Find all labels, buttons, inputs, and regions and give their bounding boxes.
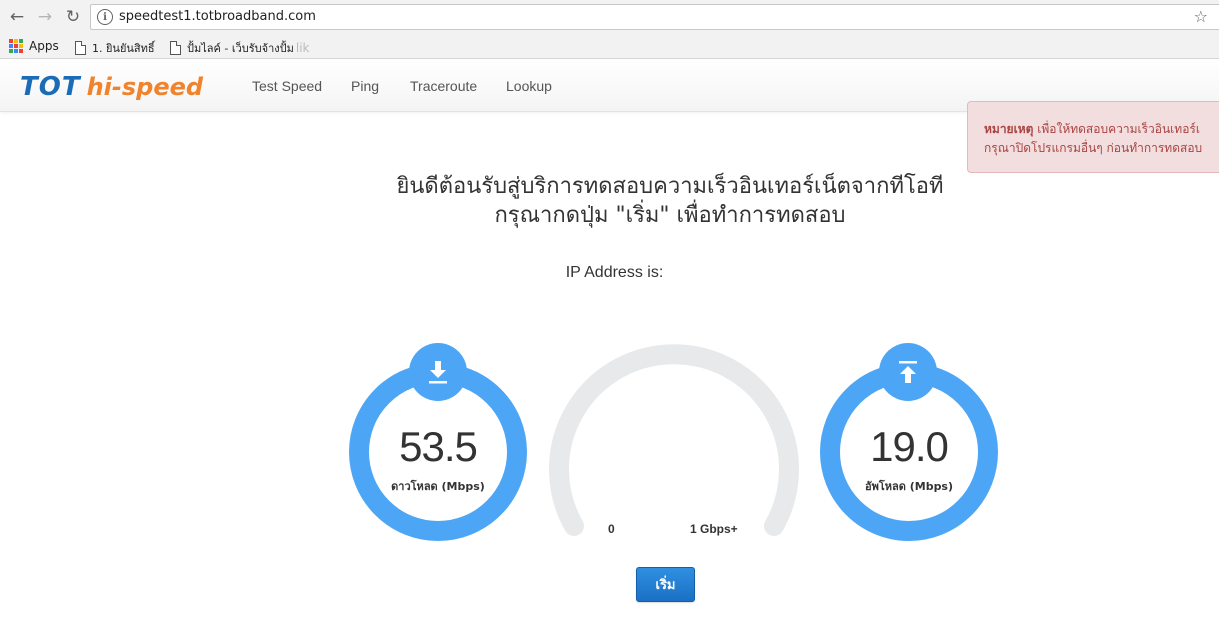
bookmark-item[interactable]: 1. ยินยันสิทธิ์: [75, 39, 155, 57]
apps-grid-icon: [9, 39, 23, 53]
logo-tot: TOT: [20, 72, 81, 102]
nav-test-speed[interactable]: Test Speed: [252, 78, 322, 94]
speed-max-label: 1 Gbps+: [690, 522, 738, 536]
nav-ping[interactable]: Ping: [351, 78, 379, 94]
speed-min-label: 0: [608, 522, 615, 536]
alert-bold: หมายเหตุ: [984, 122, 1034, 136]
bookmarks-bar: Apps 1. ยินยันสิทธิ์ ปั้มไลค์ - เว็บรับจ…: [0, 35, 1219, 59]
start-button[interactable]: เริ่ม: [636, 567, 695, 602]
nav-lookup[interactable]: Lookup: [506, 78, 552, 94]
tot-hispeed-logo[interactable]: TOT hi-speed: [20, 72, 203, 102]
url-text: speedtest1.totbroadband.com: [119, 9, 316, 24]
alert-text-2: กรุณาปิดโปรแกรมอื่นๆ ก่อนทำการทดสอบ: [984, 141, 1203, 155]
page-icon: [170, 41, 181, 55]
alert-line-1: หมายเหตุ เพื่อให้ทดสอบความเร็วอินเทอร์เ: [984, 120, 1219, 139]
download-unit: ดาวโหลด (Mbps): [391, 480, 485, 493]
bookmark-apps[interactable]: Apps: [9, 39, 59, 53]
bookmark-label: ปั้มไลค์ - เว็บรับจ้างปั้ม: [187, 42, 294, 55]
upload-value: 19.0: [870, 423, 949, 470]
ip-address-label: IP Address is:: [565, 264, 664, 281]
nav-traceroute[interactable]: Traceroute: [410, 78, 477, 94]
welcome-text: ยินดีต้อนรับสู่บริการทดสอบความเร็วอินเทอ…: [0, 172, 1219, 230]
speed-arc-gauge: [549, 344, 799, 536]
bookmark-item[interactable]: ปั้มไลค์ - เว็บรับจ้างปั้ม lik: [170, 39, 310, 57]
download-value: 53.5: [399, 423, 478, 470]
info-icon[interactable]: i: [97, 9, 113, 25]
bookmark-label: Apps: [29, 39, 59, 53]
alert-text-1: เพื่อให้ทดสอบความเร็วอินเทอร์เ: [1037, 122, 1200, 136]
welcome-line-1: ยินดีต้อนรับสู่บริการทดสอบความเร็วอินเทอ…: [396, 174, 944, 199]
back-arrow-icon[interactable]: ←: [6, 6, 28, 28]
bookmark-star-icon[interactable]: ☆: [1194, 7, 1208, 26]
bookmark-label: 1. ยินยันสิทธิ์: [92, 42, 155, 55]
address-bar[interactable]: i speedtest1.totbroadband.com ☆: [90, 4, 1219, 30]
logo-hispeed: hi-speed: [86, 73, 204, 101]
bookmark-label-faded: lik: [295, 41, 310, 55]
upload-icon: [879, 343, 937, 401]
upload-unit: อัพโหลด (Mbps): [864, 480, 954, 493]
page-icon: [75, 41, 86, 55]
reload-icon[interactable]: ↻: [62, 6, 84, 28]
notice-alert: หมายเหตุ เพื่อให้ทดสอบความเร็วอินเทอร์เ …: [967, 101, 1219, 173]
forward-arrow-icon[interactable]: →: [34, 6, 56, 28]
download-icon: [409, 343, 467, 401]
welcome-line-2: กรุณากดปุ่ม "เริ่ม" เพื่อทำการทดสอบ: [494, 203, 846, 228]
browser-toolbar: ← → ↻ i speedtest1.totbroadband.com ☆: [0, 0, 1219, 35]
